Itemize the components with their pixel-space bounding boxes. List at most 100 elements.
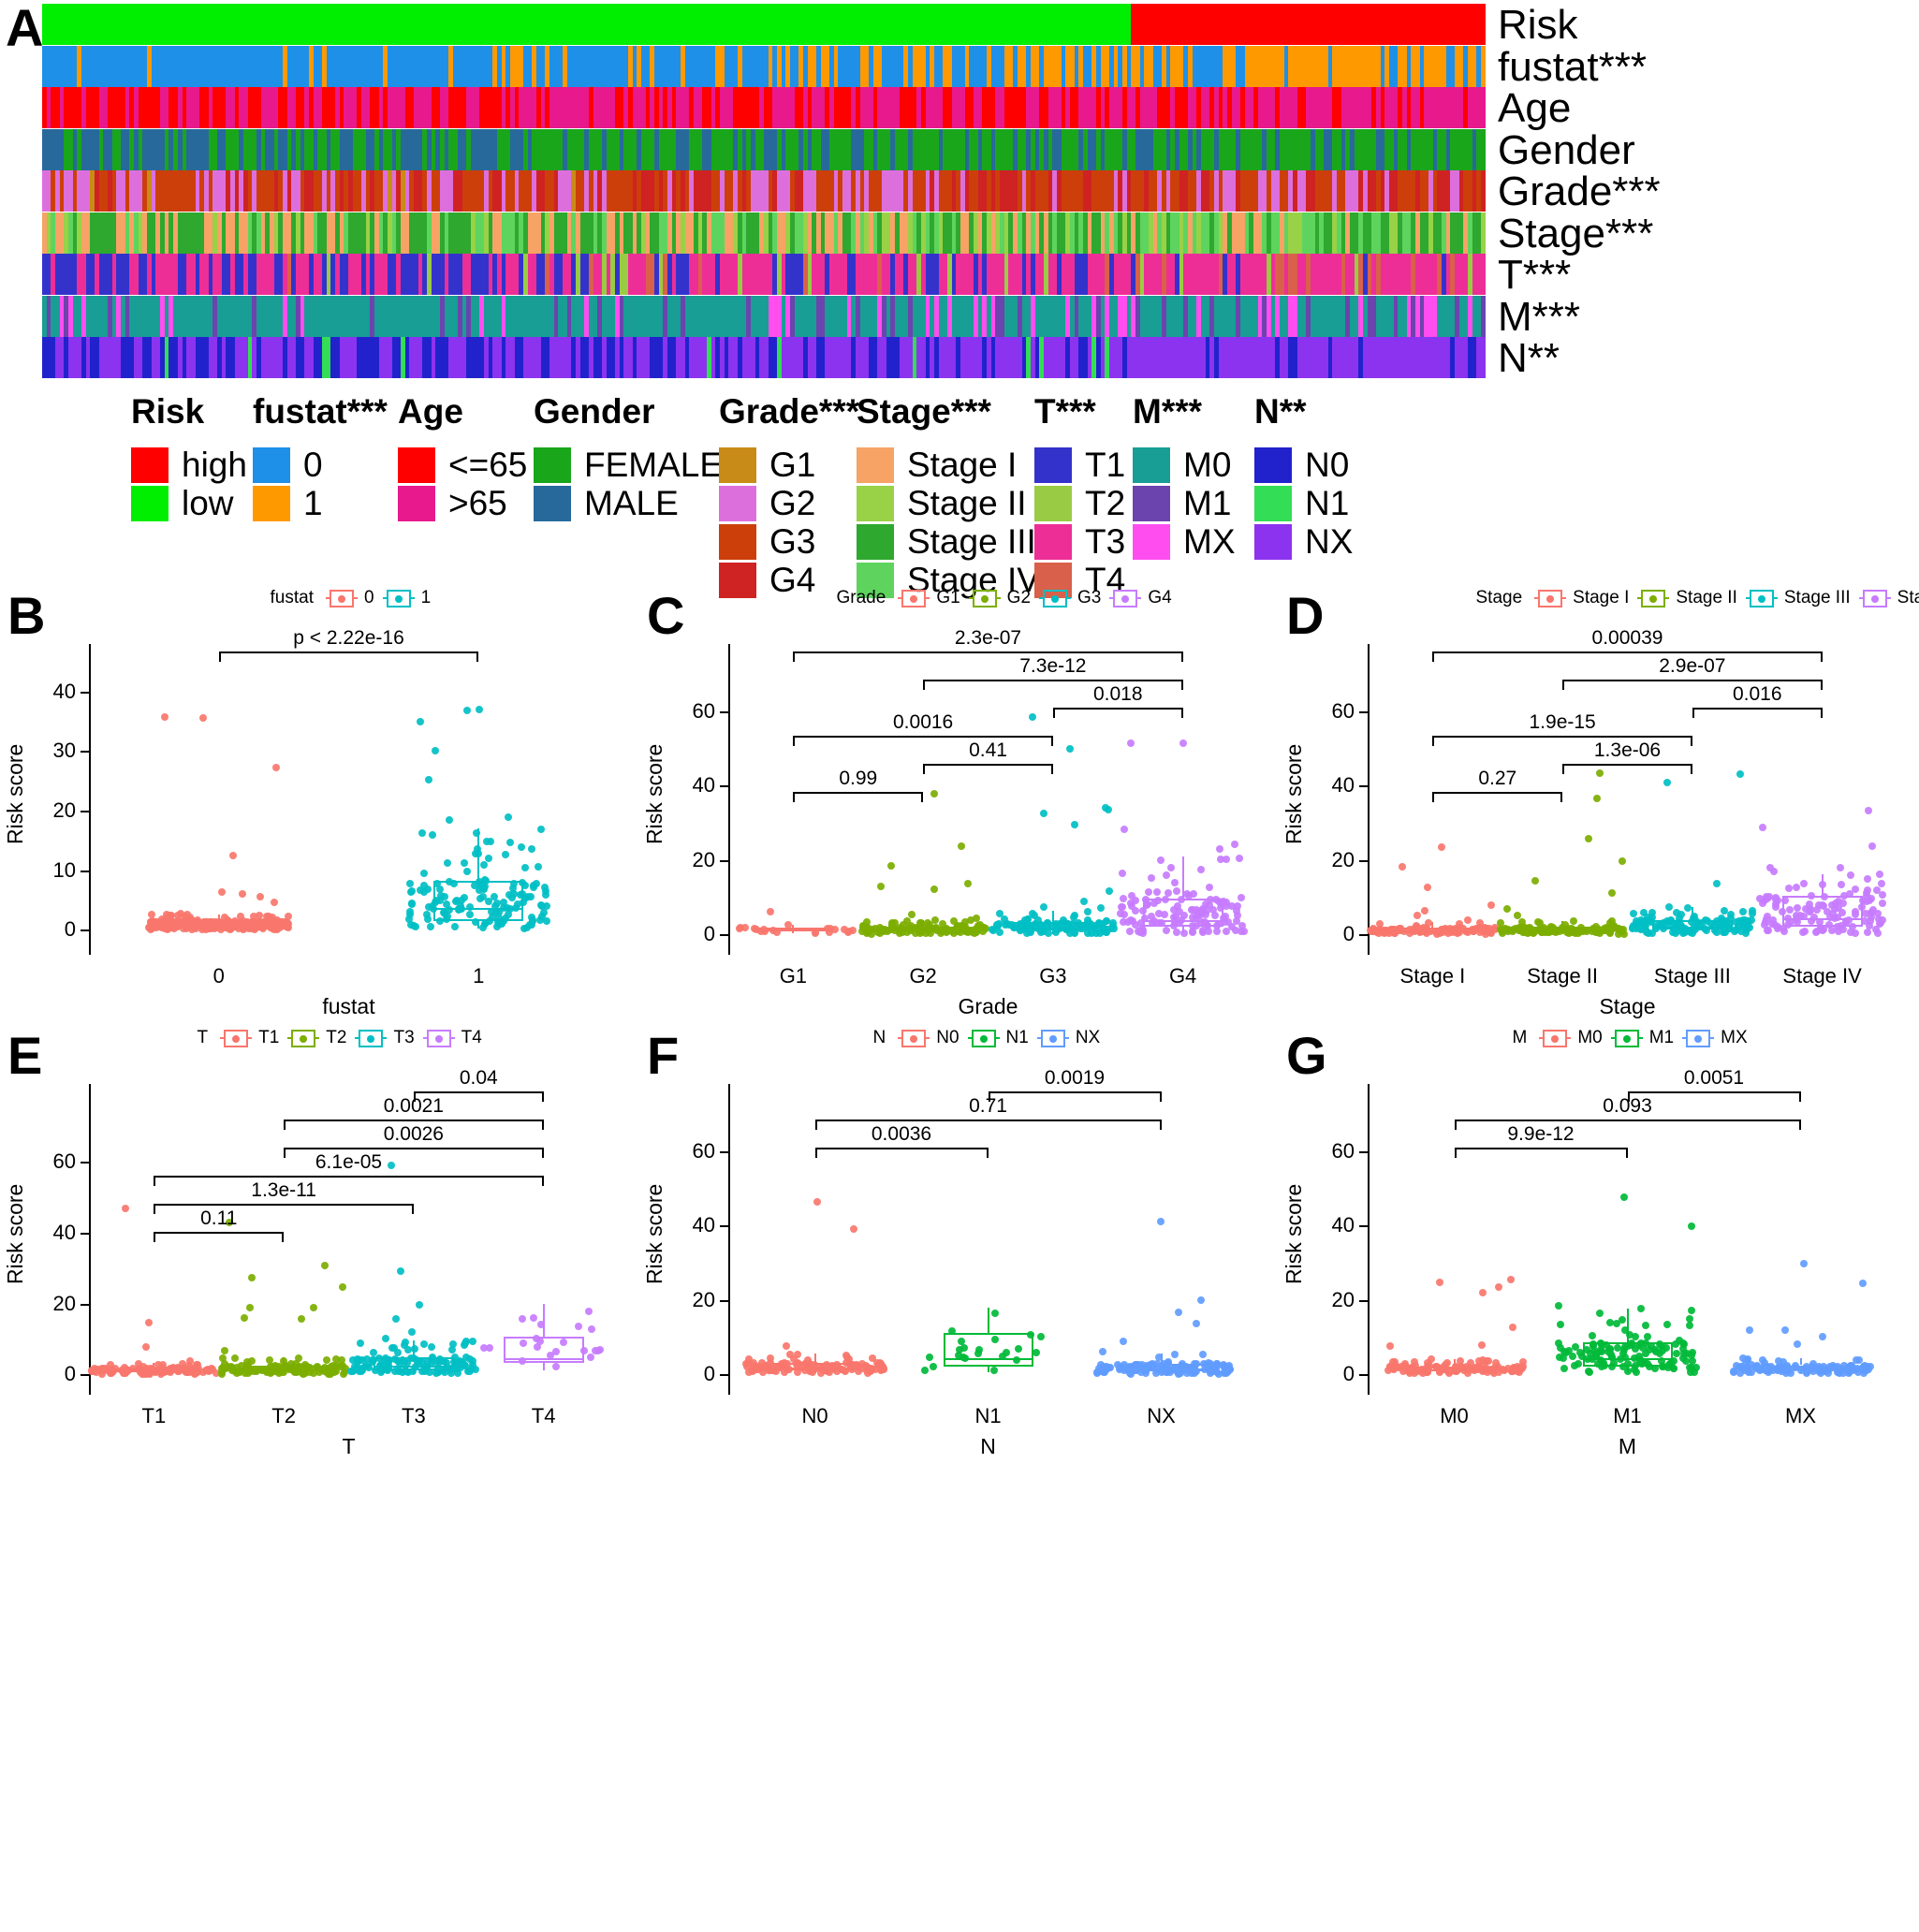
data-point	[231, 1354, 240, 1362]
whisker-upper	[922, 919, 925, 928]
data-point	[1648, 929, 1657, 937]
y-tick	[1359, 934, 1368, 937]
legend-item-label: 0	[303, 445, 323, 484]
y-tick-label: 0	[703, 922, 715, 946]
data-point	[1664, 902, 1673, 911]
y-tick	[81, 1233, 89, 1235]
legend-group-age: Age <=65 >65	[398, 393, 527, 522]
whisker-upper	[792, 924, 795, 929]
whisker-upper	[217, 914, 220, 922]
p-value-label: p < 2.22e-16	[293, 627, 404, 649]
data-point	[1105, 805, 1113, 813]
legend-item: high	[131, 446, 247, 484]
data-point	[501, 850, 509, 858]
data-point	[330, 1368, 338, 1377]
data-point	[405, 879, 414, 887]
data-point	[446, 816, 454, 825]
data-point	[1868, 842, 1876, 851]
data-point	[1039, 903, 1047, 912]
data-point	[902, 916, 911, 925]
data-point	[432, 746, 440, 754]
x-tick-label: Stage II	[1527, 964, 1599, 988]
x-tick-label: G4	[1168, 964, 1197, 988]
y-tick-label: 60	[1331, 698, 1355, 723]
data-point	[1487, 900, 1496, 909]
legend-item: Stage II	[857, 484, 1040, 522]
heatmap-cell	[1481, 254, 1486, 295]
y-tick-label: 0	[64, 917, 76, 942]
data-point	[149, 918, 157, 927]
legend-item: G3	[719, 522, 859, 561]
data-point	[479, 861, 488, 870]
data-point	[1464, 916, 1472, 925]
data-point	[1759, 824, 1767, 832]
heatmap-row-label-gender: Gender	[1498, 126, 1635, 173]
data-point	[766, 908, 774, 916]
legend-swatch-icon	[857, 485, 894, 521]
data-point	[1873, 929, 1882, 937]
data-point	[1421, 906, 1429, 915]
data-point	[408, 900, 417, 908]
legend-swatch-icon	[1254, 446, 1292, 483]
data-point	[844, 928, 853, 936]
data-point	[1199, 926, 1208, 934]
x-tick-label: T1	[141, 1404, 167, 1427]
whisker-upper	[1561, 920, 1564, 928]
data-point	[1119, 870, 1127, 878]
plot-area: 0 20 40 60 Risk score T1 T2 T3 T4 T 0.11 1.3e-11 6.1…	[0, 1022, 639, 1458]
median-line	[1142, 919, 1223, 922]
whisker-lower	[1181, 927, 1184, 933]
x-axis-title: fustat	[322, 994, 375, 1018]
legend-item: N1	[1254, 484, 1353, 522]
legend-swatch-icon	[131, 446, 168, 483]
data-point	[1736, 769, 1744, 778]
heatmap-row-label-grade: Grade***	[1498, 168, 1661, 214]
legend-group-title: Age	[398, 392, 463, 431]
data-point	[407, 887, 416, 896]
p-value-label: 1.3e-06	[1593, 739, 1662, 761]
data-point	[1503, 904, 1512, 913]
legend-swatch-icon	[1254, 485, 1292, 521]
data-point	[537, 826, 546, 834]
y-axis	[1368, 644, 1370, 955]
legend-item-label: Stage III	[907, 521, 1036, 561]
whisker-lower	[217, 927, 220, 929]
data-point	[1414, 912, 1422, 920]
p-value-label: 0.018	[1092, 683, 1143, 705]
data-point	[1173, 887, 1181, 896]
legend-swatch-icon	[857, 446, 894, 483]
data-point	[420, 869, 429, 877]
data-point	[1234, 901, 1242, 910]
legend-group-title: Stage***	[857, 392, 991, 431]
y-tick	[81, 691, 89, 694]
heatmap-cell	[1481, 128, 1486, 170]
legend-group-title: Grade***	[719, 392, 860, 431]
x-tick-label: Stage IV	[1782, 964, 1862, 988]
data-point	[256, 893, 264, 901]
y-axis-title: Risk score	[1282, 743, 1306, 844]
whisker-lower	[1431, 931, 1434, 934]
whisker-upper	[1051, 911, 1054, 923]
heatmap-cell	[1481, 170, 1486, 212]
data-point	[1596, 768, 1604, 777]
heatmap-row-label-t: T***	[1498, 252, 1572, 298]
data-point	[877, 883, 886, 891]
data-point	[428, 1342, 436, 1351]
box	[433, 881, 524, 921]
data-point	[1835, 928, 1843, 936]
data-point	[1592, 795, 1601, 803]
legend-item: Stage I	[857, 446, 1040, 484]
data-point	[964, 880, 973, 888]
legend-group-risk: Risk high low	[131, 393, 247, 522]
data-point	[396, 1267, 404, 1276]
y-axis	[89, 644, 91, 955]
median-line	[433, 908, 524, 911]
data-point	[1837, 880, 1845, 888]
legend-swatch-icon	[1133, 523, 1170, 560]
data-point	[218, 888, 227, 897]
p-value-label: 7.3e-12	[1019, 655, 1087, 677]
data-point	[270, 925, 278, 933]
data-point	[1121, 825, 1129, 833]
legend-swatch-icon	[1133, 446, 1170, 483]
p-value-label: 1.9e-15	[1529, 711, 1596, 733]
